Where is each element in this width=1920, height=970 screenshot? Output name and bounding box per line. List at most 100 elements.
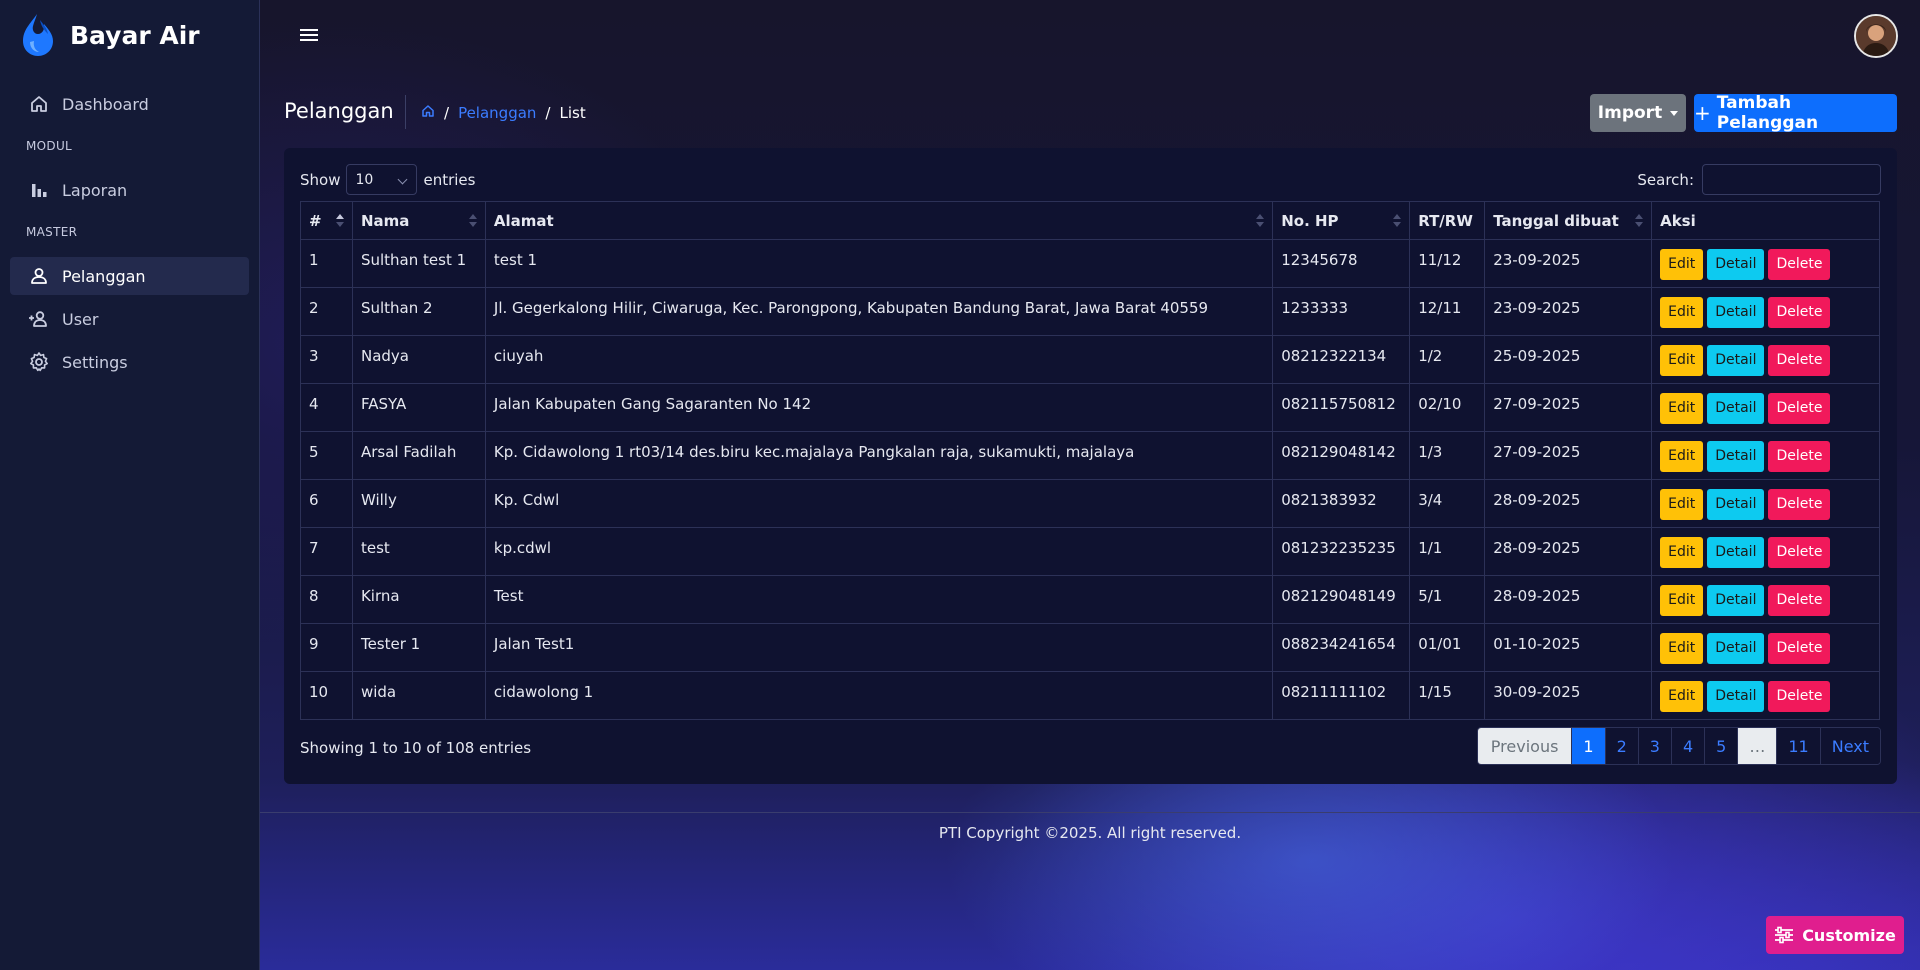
pagination-previous[interactable]: Previous: [1477, 728, 1572, 764]
brand[interactable]: Bayar Air: [20, 12, 200, 58]
column-header-no-hp[interactable]: No. HP: [1272, 201, 1411, 240]
sidebar-item-pelanggan[interactable]: Pelanggan: [10, 257, 249, 295]
cell-no-hp: 082129048149: [1272, 575, 1411, 624]
sidebar-item-settings[interactable]: Settings: [10, 343, 249, 381]
avatar[interactable]: [1854, 14, 1898, 58]
cell-alamat: Kp. Cdwl: [484, 479, 1274, 528]
sidebar-item-label: User: [62, 309, 99, 329]
delete-button[interactable]: Delete: [1768, 585, 1831, 616]
edit-button[interactable]: Edit: [1660, 441, 1704, 472]
edit-button[interactable]: Edit: [1660, 249, 1704, 280]
delete-button[interactable]: Delete: [1768, 633, 1831, 664]
edit-button[interactable]: Edit: [1660, 585, 1704, 616]
pagination-page[interactable]: 4: [1670, 728, 1705, 764]
add-customer-button[interactable]: + Tambah Pelanggan: [1694, 93, 1897, 133]
pagination-page[interactable]: 11: [1776, 728, 1820, 764]
cell-no-hp: 08212322134: [1272, 335, 1411, 384]
column-header-rt-rw[interactable]: RT/RW: [1409, 201, 1486, 240]
search-control: Search:: [1637, 164, 1881, 195]
cell-no-hp: 081232235235: [1272, 527, 1411, 576]
column-header-label: #: [309, 211, 322, 230]
detail-button[interactable]: Detail: [1707, 537, 1765, 568]
delete-button[interactable]: Delete: [1768, 297, 1831, 328]
cell-aksi: Edit Detail Delete: [1651, 575, 1880, 624]
edit-button[interactable]: Edit: [1660, 393, 1704, 424]
column-header-tanggal[interactable]: Tanggal dibuat: [1484, 201, 1653, 240]
edit-button[interactable]: Edit: [1660, 681, 1704, 712]
footer-divider: [260, 812, 1920, 813]
sort-icon: [335, 214, 344, 228]
detail-button[interactable]: Detail: [1707, 681, 1765, 712]
edit-button[interactable]: Edit: [1660, 489, 1704, 520]
cell-no-hp: 082129048142: [1272, 431, 1411, 480]
pagination-page[interactable]: 1: [1571, 728, 1605, 764]
pagination-page[interactable]: 3: [1637, 728, 1671, 764]
sidebar-item-laporan[interactable]: Laporan: [10, 171, 249, 209]
pagination-page[interactable]: 2: [1604, 728, 1638, 764]
cell-rt-rw: 11/12: [1409, 239, 1486, 288]
import-dropdown-button[interactable]: Import: [1590, 94, 1686, 132]
detail-button[interactable]: Detail: [1707, 249, 1765, 280]
edit-button[interactable]: Edit: [1660, 345, 1704, 376]
cell-no: 4: [300, 383, 353, 432]
delete-button[interactable]: Delete: [1768, 681, 1831, 712]
search-input[interactable]: [1702, 164, 1881, 195]
delete-button[interactable]: Delete: [1768, 345, 1831, 376]
cell-nama: FASYA: [351, 383, 486, 432]
user-icon: [28, 265, 50, 287]
app-name: Bayar Air: [70, 20, 200, 50]
detail-button[interactable]: Detail: [1707, 393, 1765, 424]
edit-button[interactable]: Edit: [1660, 537, 1704, 568]
edit-button[interactable]: Edit: [1660, 297, 1704, 328]
entries-select[interactable]: 10: [346, 164, 418, 195]
home-icon: [28, 93, 50, 115]
delete-button[interactable]: Delete: [1768, 393, 1831, 424]
sidebar-item-user[interactable]: User: [10, 300, 249, 338]
sort-icon: [1256, 214, 1265, 228]
cell-nama: Sulthan 2: [351, 287, 486, 336]
column-header-label: Tanggal dibuat: [1493, 211, 1619, 230]
column-header-nama[interactable]: Nama: [351, 201, 486, 240]
cell-aksi: Edit Detail Delete: [1651, 671, 1880, 720]
customize-button[interactable]: Customize: [1766, 916, 1904, 954]
menu-toggle-icon[interactable]: [296, 22, 322, 48]
caret-down-icon: [1670, 110, 1679, 116]
cell-no: 10: [300, 671, 353, 720]
cell-alamat: Jalan Kabupaten Gang Sagaranten No 142: [484, 383, 1274, 432]
column-header-label: No. HP: [1281, 211, 1339, 230]
customize-label: Customize: [1802, 925, 1896, 945]
cell-tanggal: 23-09-2025: [1484, 287, 1653, 336]
delete-button[interactable]: Delete: [1768, 537, 1831, 568]
sidebar-item-dashboard[interactable]: Dashboard: [10, 85, 249, 123]
cell-no: 1: [300, 239, 353, 288]
sidebar-item-label: Laporan: [62, 180, 128, 200]
detail-button[interactable]: Detail: [1707, 345, 1765, 376]
pagination-next[interactable]: Next: [1819, 728, 1880, 764]
chevron-down-icon: [398, 174, 408, 185]
table-row: 5 Arsal Fadilah Kp. Cidawolong 1 rt03/14 d…: [300, 431, 1880, 480]
breadcrumb-link-pelanggan[interactable]: Pelanggan: [458, 104, 536, 122]
cell-tanggal: 28-09-2025: [1484, 479, 1653, 528]
home-icon[interactable]: [421, 104, 435, 122]
cell-alamat: Test: [484, 575, 1274, 624]
sort-icon: [468, 214, 477, 228]
pagination-info: Showing 1 to 10 of 108 entries: [300, 739, 532, 757]
breadcrumb: / Pelanggan / List: [421, 104, 586, 122]
cell-alamat: Kp. Cidawolong 1 rt03/14 des.biru kec.ma…: [484, 431, 1274, 480]
cell-aksi: Edit Detail Delete: [1651, 479, 1880, 528]
delete-button[interactable]: Delete: [1768, 489, 1831, 520]
detail-button[interactable]: Detail: [1707, 441, 1765, 472]
detail-button[interactable]: Detail: [1707, 633, 1765, 664]
pagination-page[interactable]: 5: [1704, 728, 1738, 764]
cell-rt-rw: 1/2: [1409, 335, 1486, 384]
column-header-no[interactable]: #: [300, 201, 353, 240]
column-header-alamat[interactable]: Alamat: [484, 201, 1274, 240]
cell-rt-rw: 5/1: [1409, 575, 1486, 624]
cell-rt-rw: 1/15: [1409, 671, 1486, 720]
edit-button[interactable]: Edit: [1660, 633, 1704, 664]
detail-button[interactable]: Detail: [1707, 585, 1765, 616]
delete-button[interactable]: Delete: [1768, 249, 1831, 280]
detail-button[interactable]: Detail: [1707, 297, 1765, 328]
delete-button[interactable]: Delete: [1768, 441, 1831, 472]
detail-button[interactable]: Detail: [1707, 489, 1765, 520]
